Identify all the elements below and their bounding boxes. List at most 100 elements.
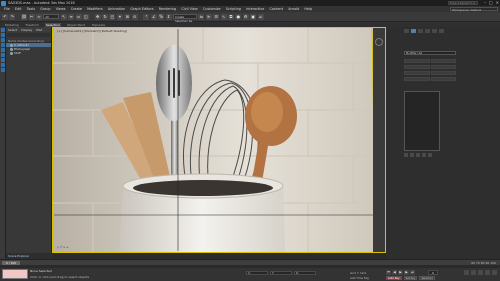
menu-rendering[interactable]: Rendering xyxy=(159,7,176,11)
link-icon[interactable]: ⛓ xyxy=(21,13,28,20)
hierarchy-tab-icon[interactable] xyxy=(418,29,423,33)
curve-editor-icon[interactable]: ∿ xyxy=(220,13,227,20)
modifier-list-dropdown[interactable]: Modifier List xyxy=(404,51,456,55)
viewcube-icon[interactable] xyxy=(375,38,383,46)
create-selection-set-field[interactable]: Create Selection Se xyxy=(172,14,197,23)
visibility-icon[interactable] xyxy=(10,43,13,47)
menu-civil-view[interactable]: Civil View xyxy=(181,7,197,11)
play-icon[interactable]: ▶ xyxy=(398,270,403,275)
reference-coord-icon[interactable]: ⊞ xyxy=(124,13,131,20)
se-menu-display[interactable]: Display xyxy=(21,28,32,32)
menu-file[interactable]: File xyxy=(4,7,10,11)
utilities-tab-icon[interactable] xyxy=(439,29,444,33)
create-tab-icon[interactable] xyxy=(404,29,409,33)
place-icon[interactable]: ⌖ xyxy=(116,13,123,20)
select-object-icon[interactable]: ↖ xyxy=(60,13,67,20)
modifier-button[interactable] xyxy=(404,71,430,75)
modifier-stack-list[interactable] xyxy=(404,91,440,151)
modifier-button[interactable] xyxy=(404,65,430,69)
modifier-button[interactable] xyxy=(404,77,430,81)
select-by-name-icon[interactable]: ≡ xyxy=(68,13,75,20)
selected-dropdown[interactable]: Selected xyxy=(419,276,435,280)
zoom-icon[interactable] xyxy=(464,270,469,275)
menu-customize[interactable]: Customize xyxy=(203,7,221,11)
se-menu-edit[interactable]: Edit xyxy=(36,28,42,32)
scale-icon[interactable]: ◰ xyxy=(109,13,116,20)
search-input[interactable]: Type a keyword or phrase xyxy=(448,1,478,8)
menu-views[interactable]: Views xyxy=(56,7,66,11)
go-to-start-icon[interactable]: ⏮ xyxy=(386,270,391,275)
visibility-icon[interactable] xyxy=(10,47,13,51)
undo-icon[interactable]: ↶ xyxy=(2,13,8,20)
menu-create[interactable]: Create xyxy=(71,7,82,11)
modifier-button[interactable] xyxy=(430,77,456,81)
cameras-filter-icon[interactable] xyxy=(0,58,5,62)
helpers-filter-icon[interactable] xyxy=(0,63,5,67)
shapes-filter-icon[interactable] xyxy=(0,48,5,52)
unlink-icon[interactable]: ✂ xyxy=(28,13,35,20)
select-tool-icon[interactable] xyxy=(0,28,5,32)
add-time-tag-button[interactable]: Add Time Tag xyxy=(350,276,369,280)
menu-tools[interactable]: Tools xyxy=(27,7,35,11)
maxscript-listener[interactable] xyxy=(2,269,28,279)
remove-modifier-icon[interactable] xyxy=(422,153,426,157)
visibility-icon[interactable] xyxy=(10,51,13,55)
modify-tab-icon[interactable] xyxy=(411,29,416,33)
current-frame-field[interactable]: 0 xyxy=(428,270,438,275)
geometry-filter-icon[interactable] xyxy=(0,43,5,47)
pin-stack-icon[interactable] xyxy=(404,153,408,157)
modifier-button[interactable] xyxy=(430,65,456,69)
auto-key-button[interactable]: Auto Key xyxy=(386,276,402,280)
menu-arnold[interactable]: Arnold xyxy=(288,7,299,11)
motion-tab-icon[interactable] xyxy=(425,29,430,33)
display-none-icon[interactable] xyxy=(0,33,5,37)
modifier-button[interactable] xyxy=(430,59,456,63)
previous-frame-icon[interactable]: ◀ xyxy=(392,270,397,275)
material-editor-icon[interactable]: ● xyxy=(235,13,242,20)
app-logo-icon[interactable] xyxy=(1,0,6,6)
percent-snap-icon[interactable]: % xyxy=(158,13,165,20)
camera-viewport[interactable]: [+] [Camera001] [Standard] [Default Shad… xyxy=(52,27,386,253)
display-tab-icon[interactable] xyxy=(432,29,437,33)
modifier-button[interactable] xyxy=(430,71,456,75)
se-menu-select[interactable]: Select xyxy=(8,28,17,32)
viewport-label[interactable]: [+] [Camera001] [Standard] [Default Shad… xyxy=(57,29,127,33)
maximize-viewport-icon[interactable] xyxy=(492,270,497,275)
render-setup-icon[interactable]: ⚙ xyxy=(242,13,249,20)
lights-filter-icon[interactable] xyxy=(0,53,5,57)
mirror-icon[interactable]: ⇋ xyxy=(198,13,205,20)
tab-populate[interactable]: Populate xyxy=(91,23,106,27)
spinner-snap-icon[interactable]: ⇕ xyxy=(165,13,172,20)
configure-sets-icon[interactable] xyxy=(428,153,432,157)
menu-help[interactable]: Help xyxy=(304,7,312,11)
tab-freeform[interactable]: Freeform xyxy=(25,23,40,27)
z-coordinate-field[interactable]: Z: xyxy=(294,271,316,275)
menu-edit[interactable]: Edit xyxy=(15,7,22,11)
redo-icon[interactable]: ↷ xyxy=(9,13,16,20)
menu-graph-editors[interactable]: Graph Editors xyxy=(130,7,153,11)
menu-group[interactable]: Group xyxy=(40,7,50,11)
tab-modeling[interactable]: Modeling xyxy=(4,23,20,27)
render-frame-icon[interactable]: ▣ xyxy=(250,13,257,20)
window-crossing-icon[interactable]: ◫ xyxy=(82,13,89,20)
menu-scripting[interactable]: Scripting xyxy=(226,7,241,11)
move-icon[interactable]: ✥ xyxy=(94,13,101,20)
display-all-icon[interactable] xyxy=(0,38,5,42)
rotate-icon[interactable]: ↻ xyxy=(102,13,109,20)
rect-selection-icon[interactable]: ▭ xyxy=(75,13,82,20)
menu-content[interactable]: Content xyxy=(270,7,284,11)
pan-icon[interactable] xyxy=(478,270,483,275)
list-item[interactable]: Stuff xyxy=(6,51,51,55)
menu-modifiers[interactable]: Modifiers xyxy=(87,7,102,11)
schematic-view-icon[interactable]: ⧉ xyxy=(227,13,234,20)
orbit-icon[interactable] xyxy=(485,270,490,275)
menu-animation[interactable]: Animation xyxy=(108,7,125,11)
tab-selection[interactable]: Selection xyxy=(45,22,61,27)
angle-snap-icon[interactable]: ∠ xyxy=(150,13,157,20)
menu-interactive[interactable]: Interactive xyxy=(246,7,264,11)
go-to-end-icon[interactable]: ⏭ xyxy=(410,270,415,275)
tab-object-paint[interactable]: Object Paint xyxy=(66,23,86,27)
layer-explorer-icon[interactable]: ☰ xyxy=(213,13,220,20)
selection-filter-dropdown[interactable]: All xyxy=(43,14,60,19)
make-unique-icon[interactable] xyxy=(416,153,420,157)
